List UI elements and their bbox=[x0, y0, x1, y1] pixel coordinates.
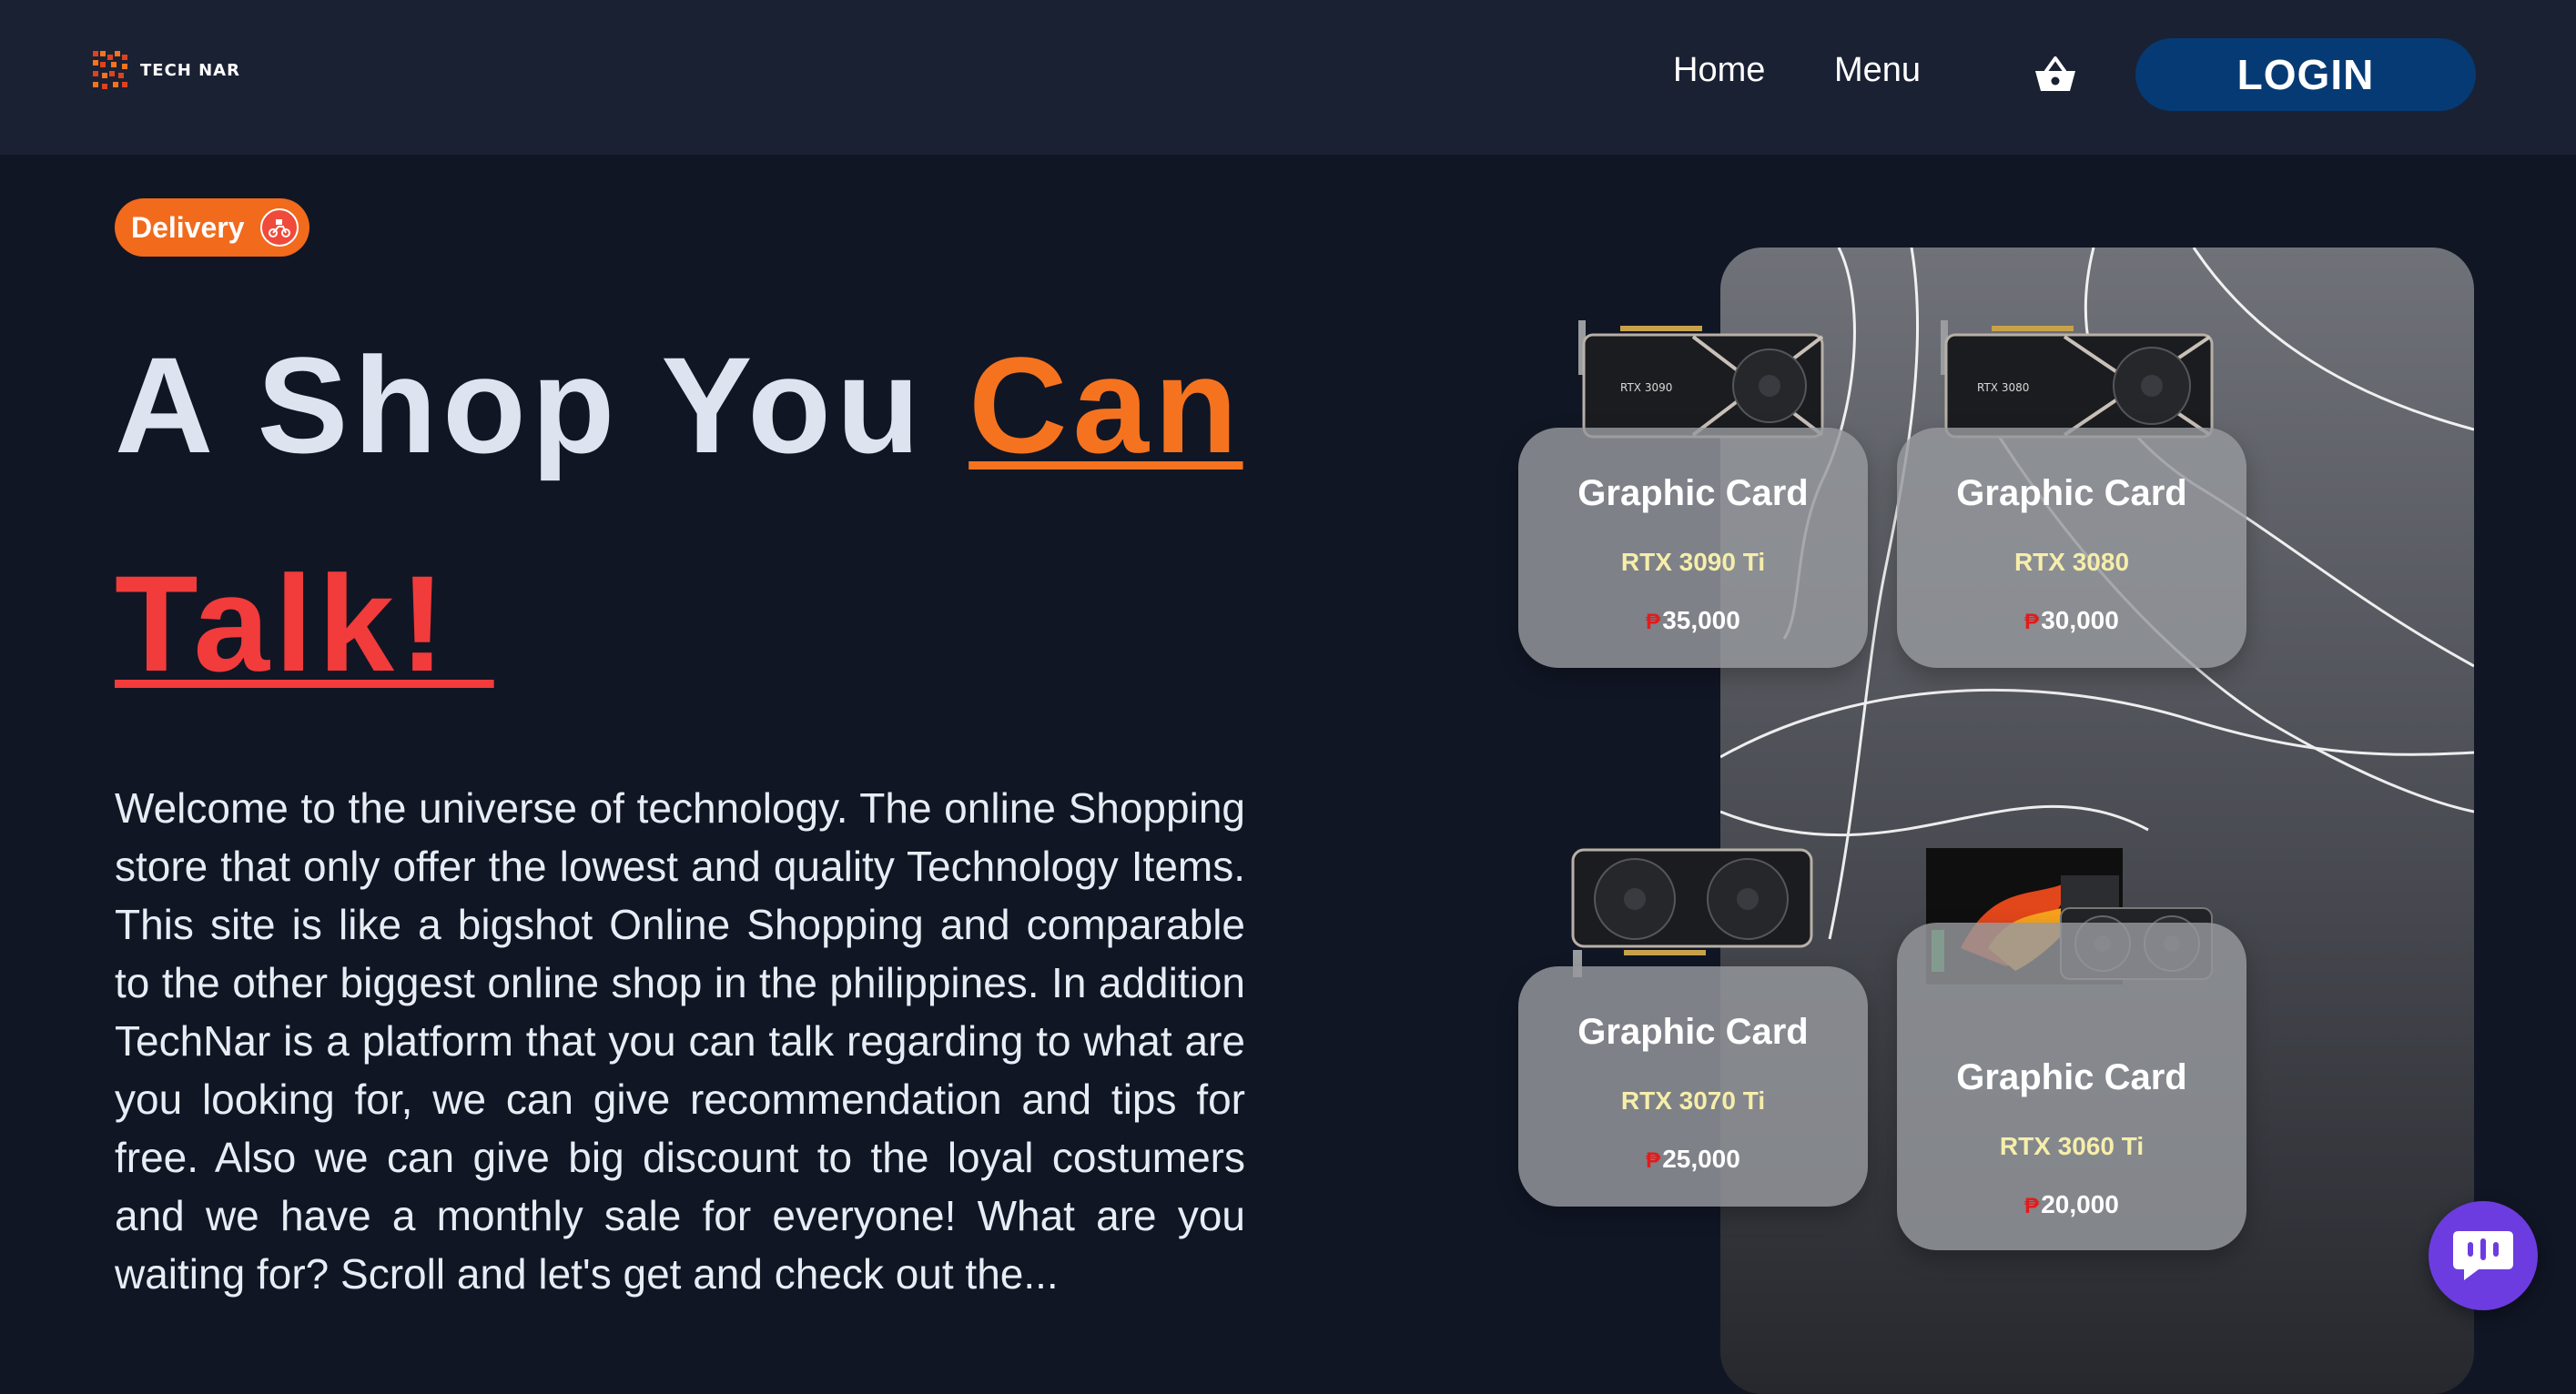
rtx-3070-ti-image bbox=[1571, 848, 1813, 977]
peso-icon: ₱ bbox=[1646, 1148, 1661, 1173]
product-card-rtx-3070-ti[interactable]: Graphic Card RTX 3070 Ti ₱25,000 bbox=[1518, 966, 1868, 1207]
product-price: ₱35,000 bbox=[1518, 606, 1868, 635]
hero-title-second-line: Talk! bbox=[115, 547, 494, 700]
technar-logo-icon bbox=[93, 51, 127, 89]
peso-icon: ₱ bbox=[2024, 610, 2040, 634]
product-model: RTX 3070 Ti bbox=[1620, 1086, 1766, 1115]
delivery-badge-label: Delivery bbox=[131, 210, 245, 244]
product-title: Graphic Card bbox=[1956, 473, 2187, 513]
nav-menu-link[interactable]: Menu bbox=[1834, 51, 1921, 90]
hero-description: Welcome to the universe of technology. T… bbox=[115, 784, 1245, 1298]
rtx-3090-ti-image: RTX 3090 bbox=[1578, 320, 1824, 439]
hero-title: A Shop You Can bbox=[115, 337, 1243, 473]
hero-title-accent: Can bbox=[969, 328, 1243, 481]
gpu-image-label: RTX 3080 bbox=[1977, 381, 2029, 394]
product-price: ₱30,000 bbox=[1897, 606, 2246, 635]
navbar: TECH NAR Home Menu LOGIN bbox=[0, 0, 2576, 155]
chat-bubble-icon bbox=[2453, 1231, 2513, 1280]
product-model: RTX 3080 bbox=[2013, 548, 2130, 576]
product-card-rtx-3080[interactable]: Graphic Card RTX 3080 ₱30,000 bbox=[1897, 428, 2246, 668]
product-price-value: 35,000 bbox=[1662, 606, 1740, 634]
product-title: Graphic Card bbox=[1577, 1012, 1809, 1052]
product-title: Graphic Card bbox=[1956, 1057, 2187, 1097]
hero-title-text: A Shop You bbox=[115, 328, 969, 481]
nav-home-link[interactable]: Home bbox=[1673, 51, 1765, 90]
product-price: ₱20,000 bbox=[1897, 1190, 2246, 1219]
peso-icon: ₱ bbox=[2024, 1194, 2040, 1218]
logo-text: TECH NAR bbox=[140, 60, 240, 80]
product-model: RTX 3090 Ti bbox=[1620, 548, 1766, 576]
chat-button[interactable] bbox=[2429, 1201, 2538, 1310]
peso-icon: ₱ bbox=[1646, 610, 1661, 634]
rtx-3080-image: RTX 3080 bbox=[1941, 320, 2214, 439]
shopping-basket-icon[interactable] bbox=[2033, 55, 2077, 95]
product-price-value: 20,000 bbox=[2041, 1190, 2119, 1218]
product-title: Graphic Card bbox=[1577, 473, 1809, 513]
product-card-rtx-3060-ti[interactable]: Graphic Card RTX 3060 Ti ₱20,000 bbox=[1897, 923, 2246, 1250]
product-price-value: 30,000 bbox=[2041, 606, 2119, 634]
product-price: ₱25,000 bbox=[1518, 1145, 1868, 1174]
login-button[interactable]: LOGIN bbox=[2135, 38, 2476, 111]
product-card-rtx-3090-ti[interactable]: Graphic Card RTX 3090 Ti ₱35,000 bbox=[1518, 428, 1868, 668]
product-model: RTX 3060 Ti bbox=[1999, 1132, 2145, 1160]
product-price-value: 25,000 bbox=[1662, 1145, 1740, 1173]
gpu-image-label: RTX 3090 bbox=[1620, 381, 1672, 394]
delivery-scooter-icon bbox=[260, 208, 299, 247]
logo[interactable]: TECH NAR bbox=[91, 49, 240, 91]
delivery-badge: Delivery bbox=[115, 198, 309, 257]
